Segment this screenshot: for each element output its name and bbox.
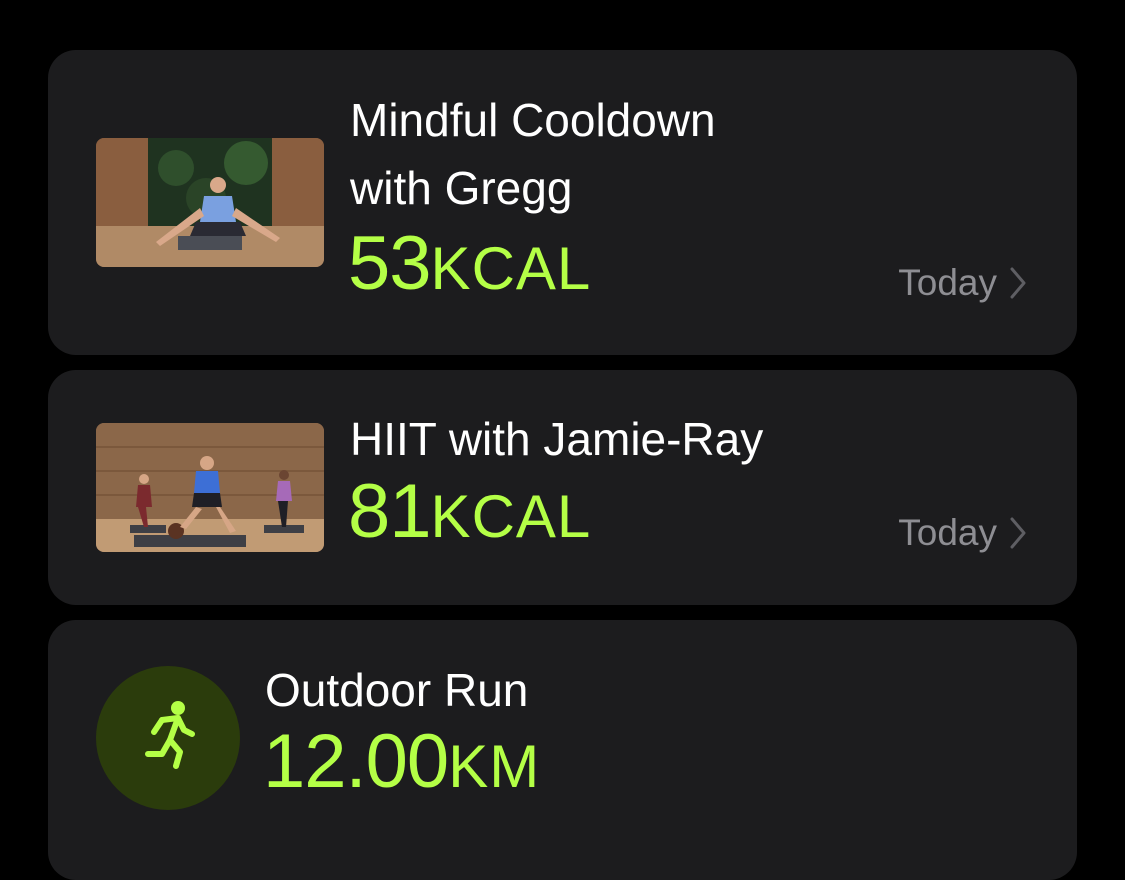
workout-title: HIIT with Jamie-Ray xyxy=(350,413,764,465)
workout-value: 53 xyxy=(348,221,432,306)
workout-metric: 53KCAL xyxy=(348,220,591,307)
workout-type-badge xyxy=(96,666,240,810)
workout-title: Mindful Cooldown with Gregg xyxy=(350,94,716,214)
workout-date: Today xyxy=(898,262,1027,304)
workout-title: Outdoor Run xyxy=(265,664,529,716)
workout-thumbnail xyxy=(96,423,324,552)
workout-date-label: Today xyxy=(898,262,997,303)
workout-date-label: Today xyxy=(898,512,997,553)
workout-card-mindful-cooldown[interactable]: Mindful Cooldown with Gregg 53KCAL Today xyxy=(48,50,1077,355)
workout-value: 81 xyxy=(348,469,432,554)
workout-unit: KM xyxy=(448,733,541,800)
workout-unit: KCAL xyxy=(430,235,592,302)
workout-metric: 81KCAL xyxy=(348,468,591,555)
chevron-right-icon xyxy=(1010,267,1026,299)
workout-thumbnail xyxy=(96,138,324,267)
workout-card-hiit[interactable]: HIIT with Jamie-Ray 81KCAL Today xyxy=(48,370,1077,605)
running-figure-icon xyxy=(145,701,195,769)
chevron-right-icon xyxy=(1010,517,1026,549)
workout-unit: KCAL xyxy=(430,483,592,550)
workout-card-outdoor-run[interactable]: Outdoor Run 12.00KM xyxy=(48,620,1077,880)
workout-date: Today xyxy=(898,512,1027,554)
